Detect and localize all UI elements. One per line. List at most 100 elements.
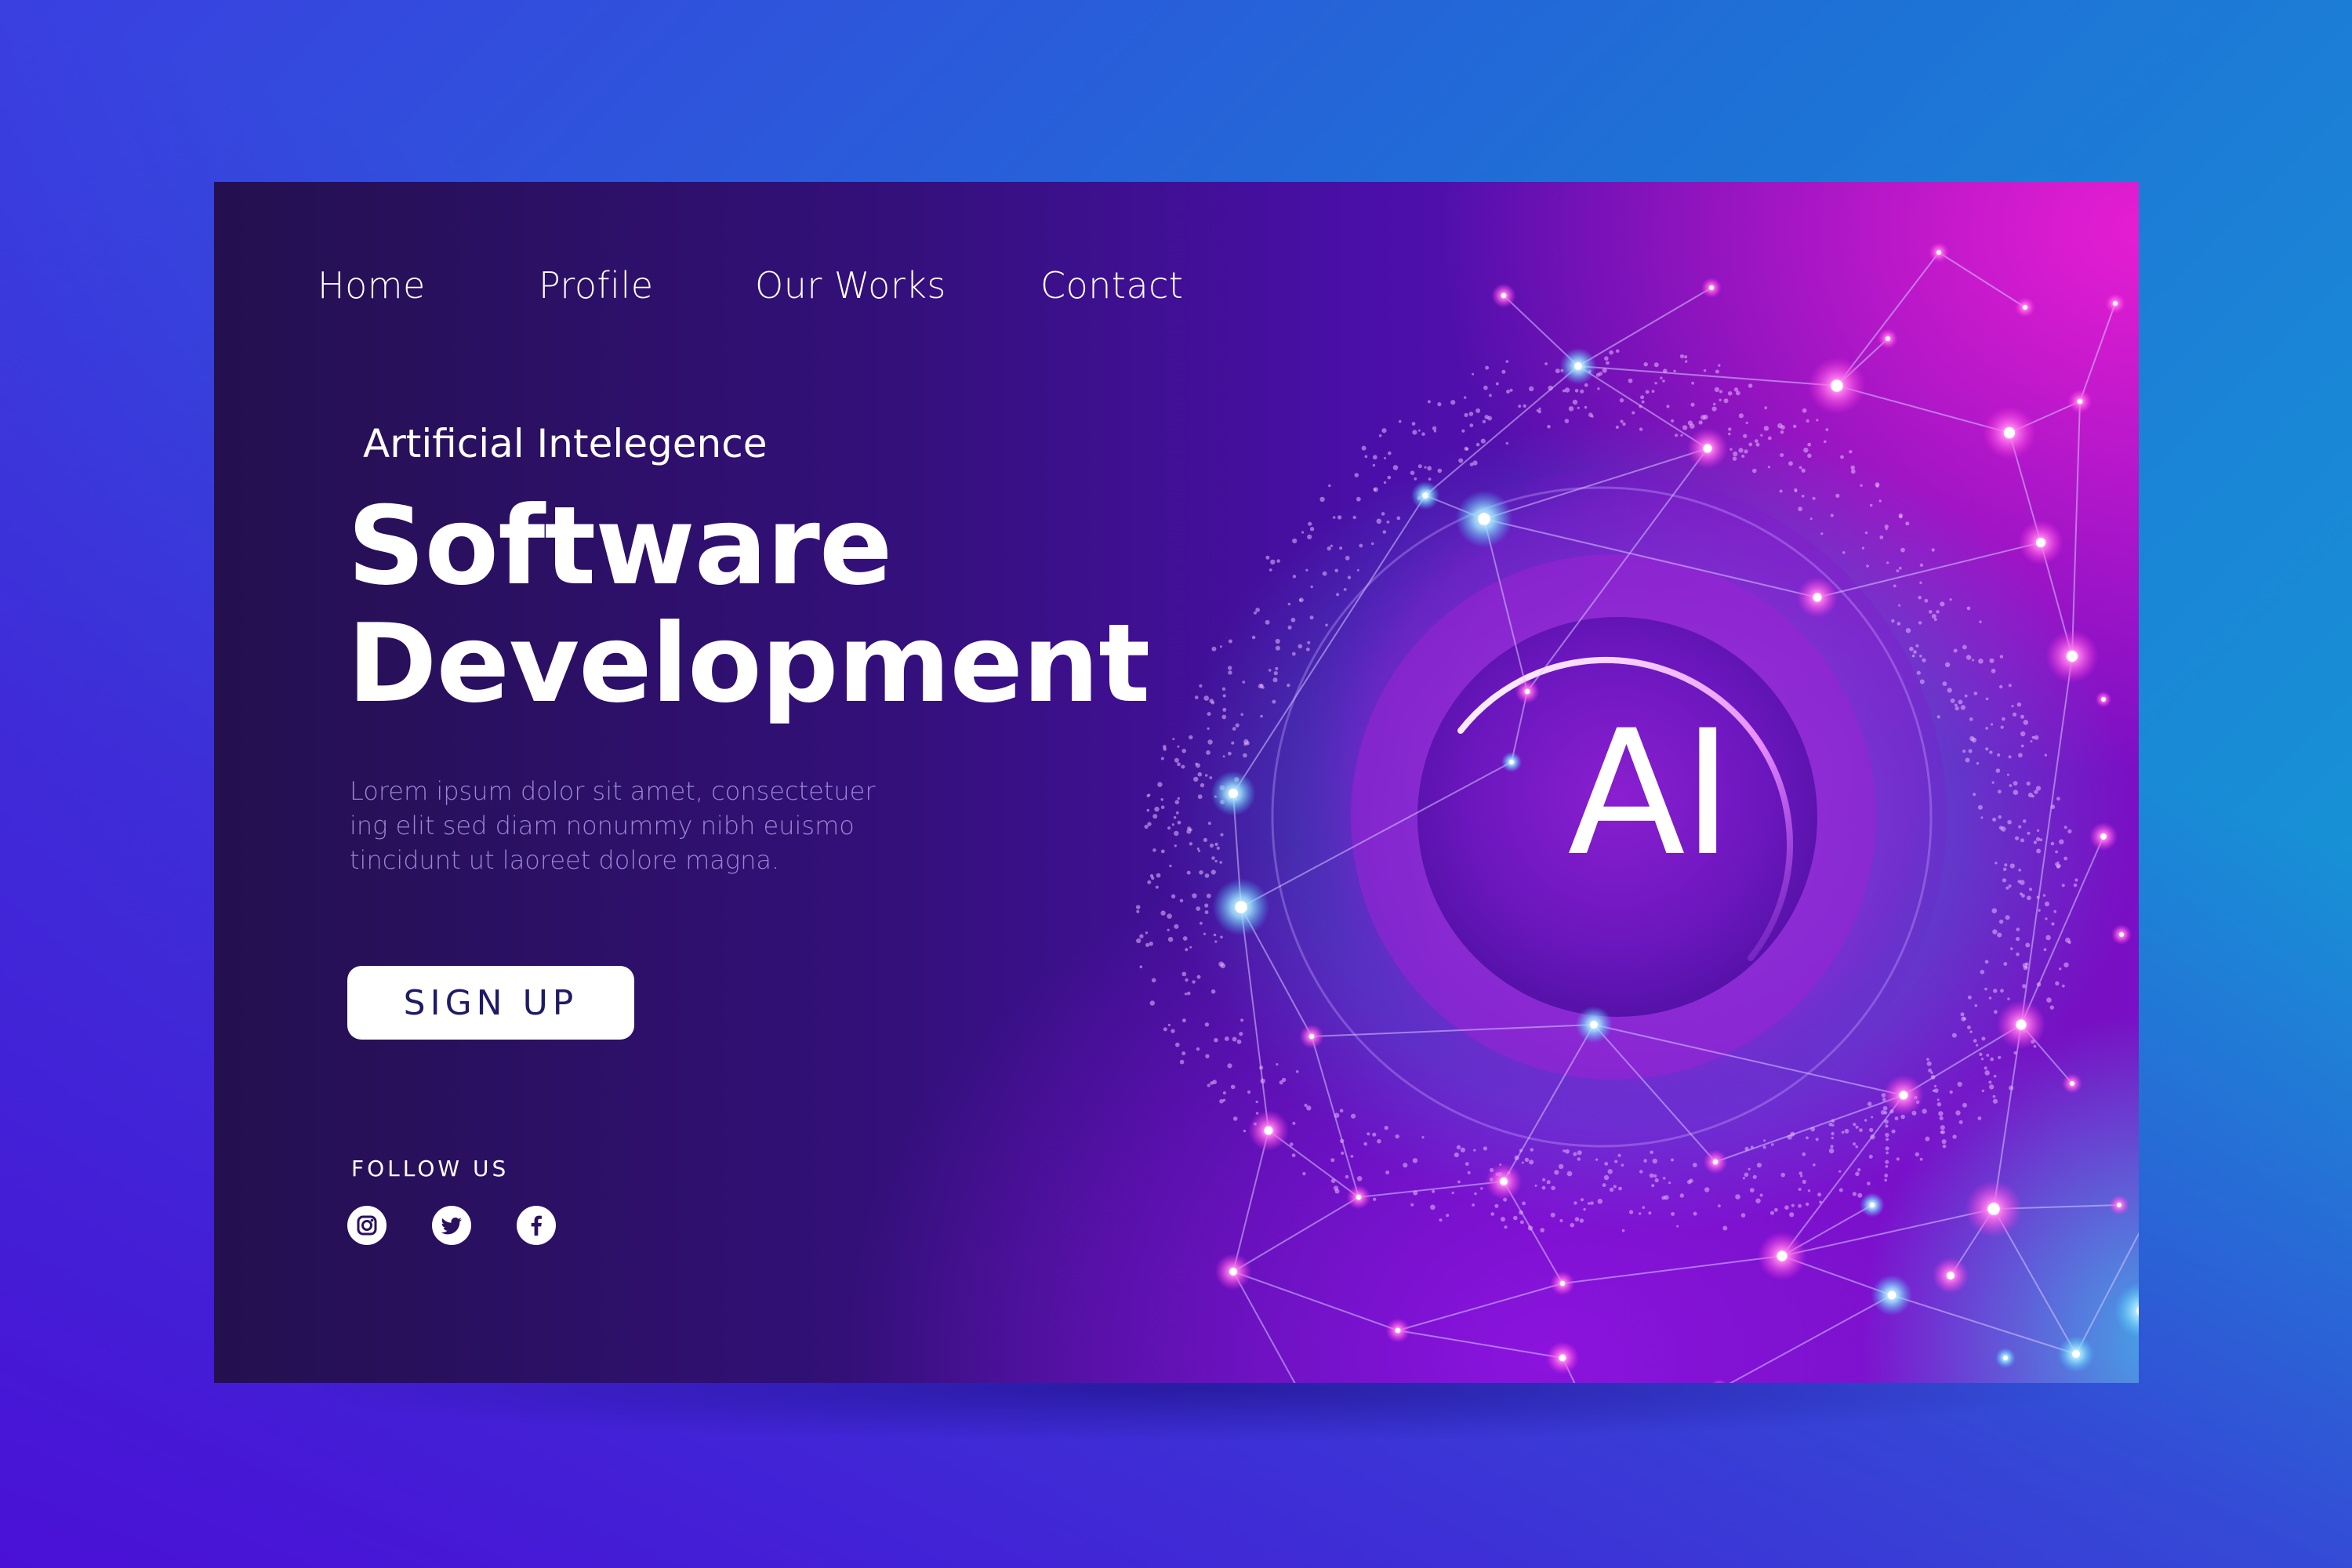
particle-dot	[2023, 720, 2029, 725]
particle-dot	[1207, 727, 1210, 731]
particle-dot	[2008, 684, 2012, 688]
particle-dot	[1924, 598, 1929, 603]
particle-dot	[1979, 620, 1982, 623]
particle-dot	[1171, 823, 1174, 826]
particle-dot	[1171, 894, 1176, 898]
particle-dot	[1325, 623, 1328, 627]
particle-dot	[1456, 1145, 1461, 1150]
particle-dot	[1139, 965, 1143, 968]
particle-dot	[1980, 816, 1984, 819]
particle-dot	[1197, 771, 1203, 777]
particle-dot	[1386, 521, 1390, 524]
particle-dot	[1922, 658, 1926, 662]
particle-dot	[1879, 535, 1884, 539]
particle-dot	[1955, 706, 1959, 711]
particle-dot	[1979, 1052, 1983, 1057]
particle-dot	[1812, 496, 1816, 500]
network-line	[1577, 287, 1712, 367]
particle-dot	[1986, 1054, 1990, 1057]
facebook-icon[interactable]	[517, 1206, 556, 1245]
sign-up-button[interactable]: SIGN UP	[347, 966, 634, 1040]
nav-contact-link[interactable]: Contact	[1040, 264, 1183, 307]
network-node	[1703, 444, 1712, 453]
nav-our-works-link[interactable]: Our Works	[755, 264, 946, 307]
instagram-icon[interactable]	[347, 1206, 387, 1245]
particle-dot	[1621, 1163, 1624, 1167]
particle-dot	[1713, 402, 1716, 406]
nav-home-link[interactable]: Home	[318, 264, 426, 307]
particle-dot	[2061, 984, 2065, 988]
network-line	[1577, 365, 1838, 387]
particle-dot	[1186, 870, 1191, 875]
particle-dot	[1473, 1149, 1476, 1152]
particle-dot	[1482, 419, 1486, 423]
particle-dot	[1973, 793, 1976, 797]
particle-dot	[1629, 1210, 1634, 1214]
particle-dot	[1749, 1188, 1755, 1192]
particle-dot	[1174, 757, 1179, 763]
particle-dot	[1147, 880, 1152, 884]
particle-dot	[1301, 531, 1305, 534]
particle-dot	[1698, 420, 1703, 425]
particle-dot	[1145, 942, 1150, 947]
particle-dot	[1607, 1169, 1613, 1174]
particle-dot	[2030, 740, 2033, 743]
network-node	[2016, 1019, 2027, 1030]
particle-dot	[1451, 1191, 1454, 1195]
network-line	[1232, 1271, 1296, 1383]
particle-dot	[1853, 1142, 1856, 1146]
particle-dot	[1990, 1057, 1994, 1062]
particle-dot	[1254, 611, 1257, 615]
particle-dot	[1853, 1123, 1857, 1127]
particle-dot	[2020, 714, 2024, 719]
particle-dot	[1802, 408, 1807, 413]
network-line	[1577, 365, 1708, 449]
particle-dot	[2044, 901, 2050, 907]
network-line	[1240, 906, 1269, 1131]
particle-dot	[1962, 644, 1967, 650]
particle-dot	[1381, 428, 1387, 434]
particle-dot	[1838, 1188, 1843, 1192]
particle-dot	[1723, 398, 1729, 404]
particle-dot	[1175, 1042, 1180, 1047]
particle-dot	[1668, 1181, 1671, 1185]
particle-dot	[2031, 735, 2035, 739]
particle-dot	[1189, 735, 1193, 740]
particle-dot	[1806, 419, 1809, 423]
particle-dot	[1376, 518, 1382, 524]
particle-dot	[1204, 903, 1209, 908]
particle-dot	[1417, 429, 1421, 432]
nav-profile-link[interactable]: Profile	[539, 264, 654, 307]
particle-dot	[1570, 1222, 1575, 1228]
particle-dot	[1351, 1113, 1356, 1119]
particle-dot	[1855, 1125, 1859, 1129]
particle-dot	[2073, 883, 2078, 887]
particle-dot	[1460, 1147, 1465, 1152]
particle-dot	[2015, 836, 2020, 840]
particle-dot	[1327, 546, 1331, 551]
particle-dot	[1649, 1173, 1654, 1178]
particle-dot	[1305, 568, 1308, 572]
particle-dot	[2033, 840, 2038, 844]
particle-dot	[1830, 514, 1834, 517]
particle-dot	[1273, 671, 1278, 676]
network-node	[2066, 650, 2078, 662]
particle-dot	[1322, 571, 1327, 576]
particle-dot	[1703, 414, 1708, 420]
particle-dot	[1867, 1181, 1871, 1185]
particle-dot	[1871, 1116, 1874, 1119]
particle-dot	[1940, 1125, 1945, 1131]
particle-dot	[1950, 698, 1955, 703]
particle-dot	[1859, 1128, 1863, 1132]
particle-dot	[1333, 1185, 1339, 1191]
twitter-icon[interactable]	[432, 1206, 471, 1245]
particle-dot	[1157, 782, 1163, 787]
particle-dot	[1831, 1131, 1835, 1136]
particle-dot	[1307, 534, 1312, 539]
particle-dot	[1410, 470, 1415, 475]
particle-dot	[1919, 679, 1925, 684]
particle-dot	[1494, 1203, 1499, 1208]
particle-dot	[1350, 1155, 1354, 1158]
particle-dot	[1693, 1211, 1697, 1216]
particle-dot	[1679, 354, 1685, 359]
